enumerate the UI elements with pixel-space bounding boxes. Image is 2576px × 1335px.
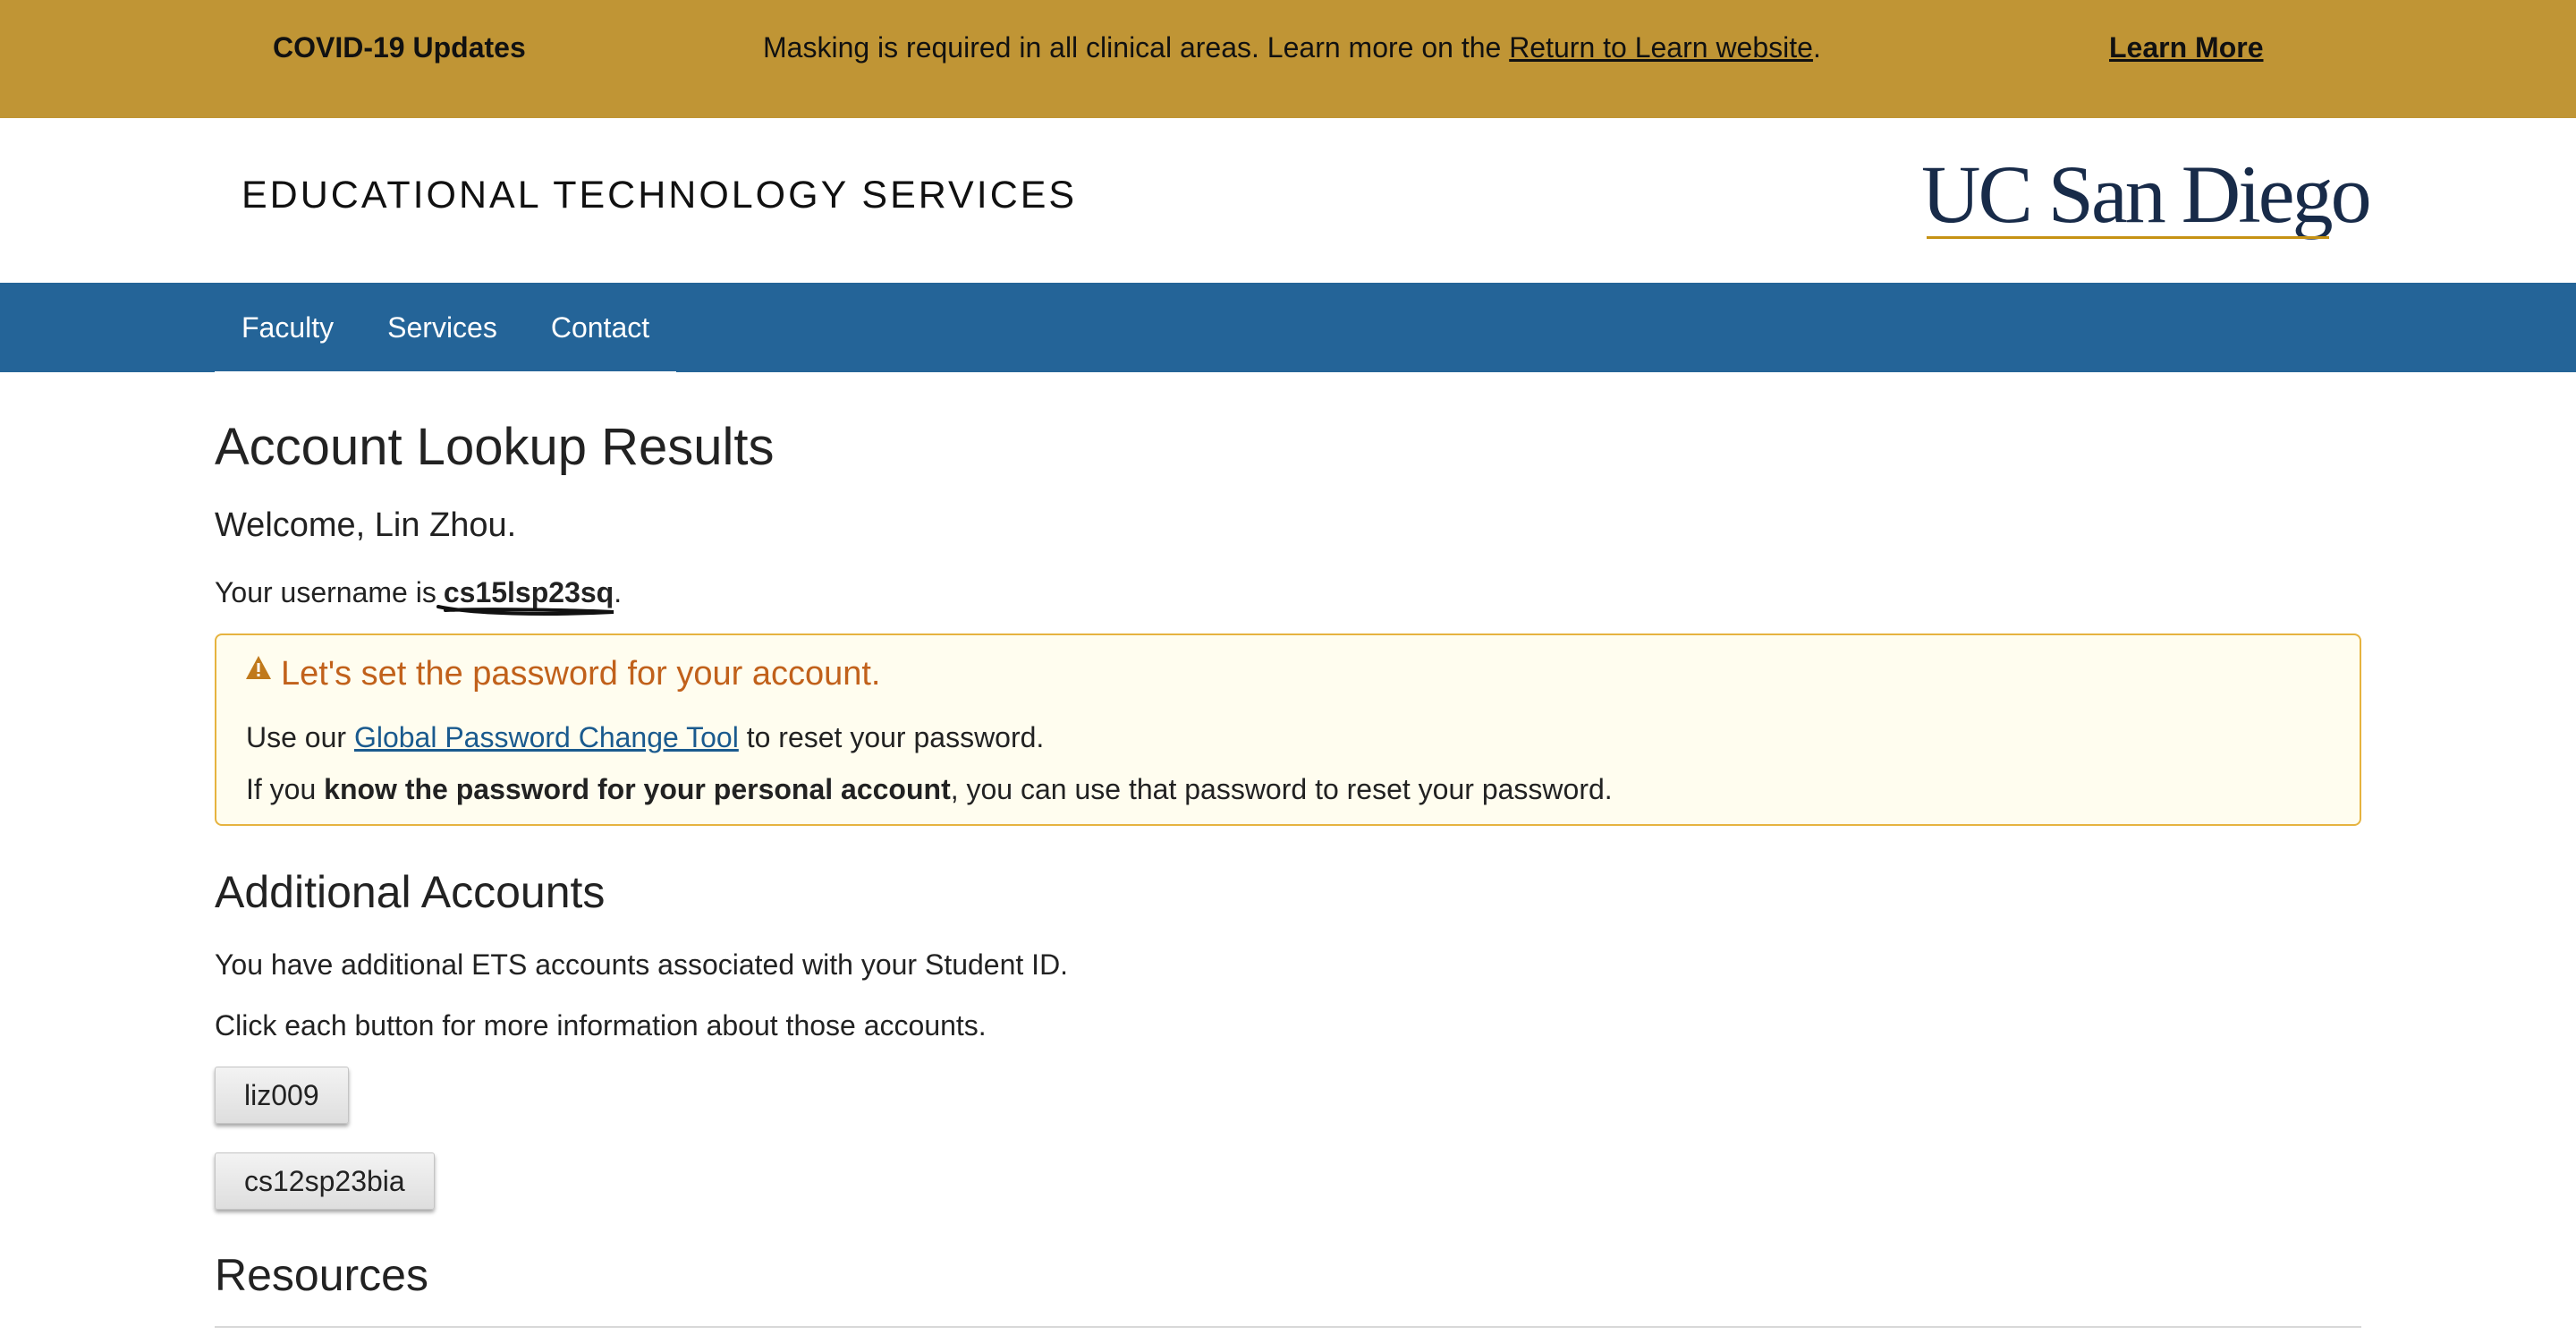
alert-heading: Let's set the password for your account. [245, 655, 881, 693]
username-value: cs15lsp23sq [436, 576, 614, 616]
global-password-change-tool-link[interactable]: Global Password Change Tool [354, 721, 739, 753]
account-button-cs12sp23bia[interactable]: cs12sp23bia [215, 1152, 435, 1210]
return-to-learn-link[interactable]: Return to Learn website [1509, 31, 1813, 64]
alert-line2-bold: know the password for your personal acco… [324, 773, 951, 805]
alert-heading-text: Let's set the password for your account. [281, 655, 881, 693]
alert-line-personal-account: If you know the password for your person… [246, 773, 1613, 806]
additional-accounts-instructions: Click each button for more information a… [215, 1009, 987, 1042]
alert-line1-end: to reset your password. [738, 721, 1045, 753]
warning-icon [246, 656, 271, 679]
welcome-message: Welcome, Lin Zhou. [215, 506, 517, 544]
covid-banner: COVID-19 Updates Masking is required in … [0, 0, 2576, 118]
covid-message-text: Masking is required in all clinical area… [763, 31, 1510, 64]
nav-item-contact[interactable]: Contact [524, 283, 676, 371]
username-label: Your username is [215, 576, 436, 608]
page-title: Account Lookup Results [215, 418, 775, 476]
additional-accounts-heading: Additional Accounts [215, 867, 606, 917]
resources-heading: Resources [215, 1250, 428, 1300]
nav-item-faculty[interactable]: Faculty [215, 283, 360, 371]
nav-list: Faculty Services Contact [215, 283, 677, 374]
site-header: EDUCATIONAL TECHNOLOGY SERVICES UC San D… [0, 118, 2576, 283]
ucsd-logo[interactable]: UC San Diego [1921, 149, 2372, 243]
site-title[interactable]: EDUCATIONAL TECHNOLOGY SERVICES [242, 174, 1077, 217]
learn-more-link[interactable]: Learn More [2109, 31, 2263, 64]
ink-underline-mark [436, 605, 614, 616]
username-line: Your username is cs15lsp23sq. [215, 576, 622, 616]
ucsd-logo-text: UC San Diego [1921, 149, 2372, 240]
password-alert: Let's set the password for your account.… [215, 633, 2361, 826]
alert-line1-start: Use our [246, 721, 354, 753]
account-button-liz009[interactable]: liz009 [215, 1067, 349, 1124]
additional-accounts-text: You have additional ETS accounts associa… [215, 948, 1069, 981]
main-nav: Faculty Services Contact [0, 283, 2576, 374]
ucsd-logo-underline [1927, 236, 2329, 239]
alert-line-tool: Use our Global Password Change Tool to r… [246, 721, 1044, 754]
resources-divider [215, 1326, 2361, 1328]
alert-line2-end: , you can use that password to reset you… [950, 773, 1613, 805]
covid-message: Masking is required in all clinical area… [763, 31, 1821, 64]
nav-item-services[interactable]: Services [360, 283, 524, 371]
alert-line2-start: If you [246, 773, 325, 805]
covid-title: COVID-19 Updates [273, 31, 526, 64]
covid-message-end: . [1812, 31, 1821, 64]
